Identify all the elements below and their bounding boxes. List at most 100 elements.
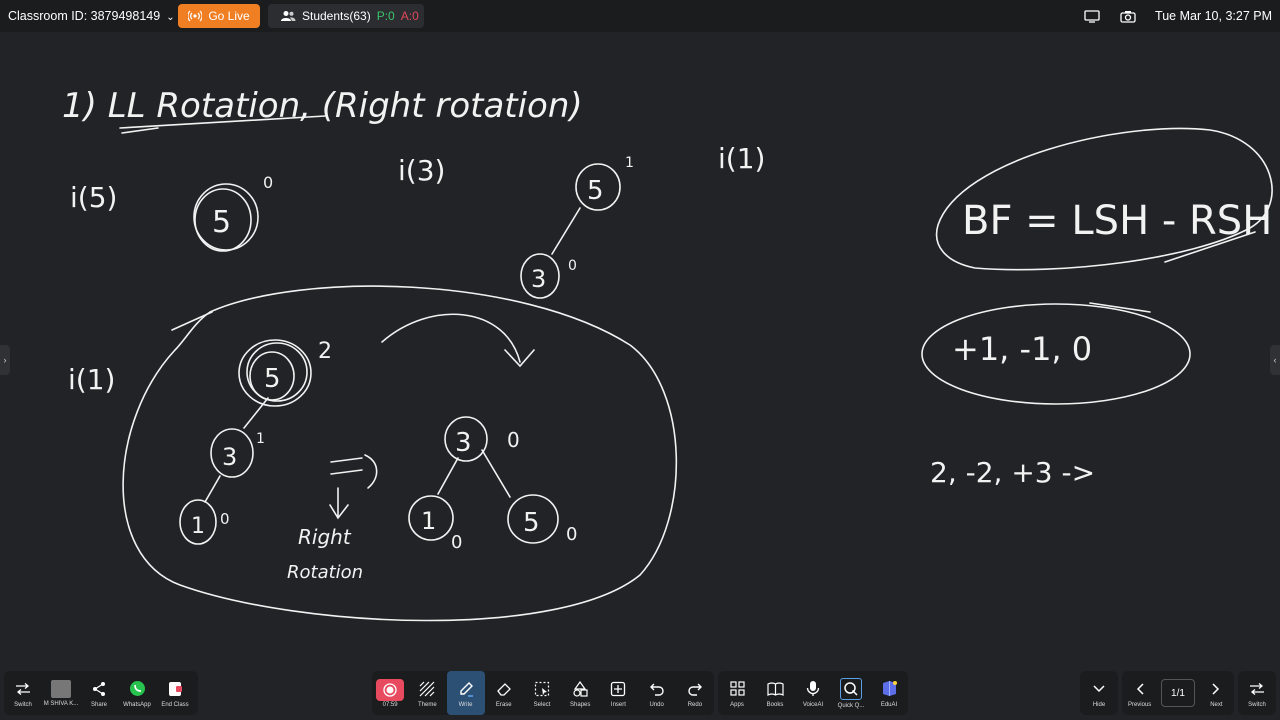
result-root-bf: 0 xyxy=(507,428,520,452)
teacher-avatar-button[interactable]: M SHIVA K... xyxy=(42,671,80,715)
insert-icon xyxy=(608,679,628,699)
left-panel-toggle[interactable]: › xyxy=(0,345,10,375)
previous-page-button[interactable]: Previous xyxy=(1122,671,1157,715)
chevron-down-icon xyxy=(1089,679,1109,699)
go-live-button[interactable]: Go Live xyxy=(178,4,260,28)
hide-button[interactable]: Hide xyxy=(1080,671,1118,715)
result-root: 3 xyxy=(455,428,472,458)
quick-quiz-label: Quick Q... xyxy=(837,702,865,709)
classroom-id-label: Classroom ID: 3879498149 xyxy=(8,9,161,23)
record-icon xyxy=(376,678,405,701)
next-page-button[interactable]: Next xyxy=(1199,671,1234,715)
classroom-id-dropdown[interactable]: Classroom ID: 3879498149 ⌄ xyxy=(8,9,175,23)
tree3-root-bf: 2 xyxy=(318,339,332,364)
tree3-root: 5 xyxy=(264,364,281,394)
eraser-icon xyxy=(494,679,514,699)
toolbar-switch-group: Switch xyxy=(1238,671,1276,715)
pen-icon xyxy=(456,679,476,699)
shapes-button[interactable]: Shapes xyxy=(561,671,599,715)
result-right: 5 xyxy=(523,508,540,538)
shapes-label: Shapes xyxy=(570,701,591,708)
erase-label: Erase xyxy=(495,701,512,708)
books-button[interactable]: Books xyxy=(756,671,794,715)
redo-button[interactable]: Redo xyxy=(676,671,714,715)
end-class-icon xyxy=(165,679,185,699)
shapes-icon xyxy=(570,679,590,699)
whatsapp-icon xyxy=(127,679,147,699)
tree3-leaf: 1 xyxy=(191,514,205,539)
redo-icon xyxy=(685,679,705,699)
chevron-right-icon xyxy=(1206,679,1226,699)
rotation-note-right: Right xyxy=(298,525,352,549)
write-button[interactable]: Write xyxy=(446,671,485,715)
tree3-mid: 3 xyxy=(222,443,237,471)
end-class-button[interactable]: End Class xyxy=(156,671,194,715)
eduai-icon xyxy=(879,679,899,699)
screen-icon[interactable] xyxy=(1083,7,1101,25)
switch-right-label: Switch xyxy=(1248,701,1266,708)
bf-formula: BF = LSH - RSH xyxy=(962,198,1272,244)
tree1-node: 5 xyxy=(212,205,231,240)
end-class-label: End Class xyxy=(161,701,189,708)
microphone-icon xyxy=(803,679,823,699)
teacher-name: M SHIVA K... xyxy=(43,700,79,707)
voiceai-button[interactable]: VoiceAI xyxy=(794,671,832,715)
go-live-label: Go Live xyxy=(208,9,250,23)
insert-label-1a: i(1) xyxy=(718,142,765,175)
camera-icon[interactable] xyxy=(1119,7,1137,25)
tree1-node-bf: 0 xyxy=(263,173,273,192)
quick-quiz-icon xyxy=(840,677,862,700)
share-icon xyxy=(89,679,109,699)
books-label: Books xyxy=(766,701,784,708)
hide-label: Hide xyxy=(1092,701,1106,708)
write-label: Write xyxy=(458,701,473,708)
toolbar-left-group: Switch M SHIVA K... Share WhatsApp End C… xyxy=(4,671,198,715)
theme-icon xyxy=(417,679,437,699)
datetime: Tue Mar 10, 3:27 PM xyxy=(1155,9,1272,23)
people-icon xyxy=(281,11,296,21)
share-button[interactable]: Share xyxy=(80,671,118,715)
avatar xyxy=(51,679,71,698)
insert-button[interactable]: Insert xyxy=(599,671,637,715)
live-icon xyxy=(188,10,203,22)
insert-label-5: i(5) xyxy=(70,181,117,214)
select-label: Select xyxy=(533,701,551,708)
toolbar-hide-group: Hide xyxy=(1080,671,1118,715)
tree2-child: 3 xyxy=(531,265,546,293)
previous-label: Previous xyxy=(1127,701,1152,708)
students-button[interactable]: Students(63) P:0 A:0 xyxy=(268,4,424,28)
next-label: Next xyxy=(1210,701,1223,708)
erase-button[interactable]: Erase xyxy=(485,671,523,715)
insert-label-1b: i(1) xyxy=(68,363,115,396)
eduai-label: EduAI xyxy=(880,701,898,708)
whiteboard-canvas[interactable]: 1) LL Rotation, (Right rotation) i(5) i(… xyxy=(0,32,1280,668)
voiceai-label: VoiceAI xyxy=(802,701,824,708)
redo-label: Redo xyxy=(687,701,703,708)
board-title: 1) LL Rotation, (Right rotation) xyxy=(62,86,583,126)
undo-button[interactable]: Undo xyxy=(638,671,676,715)
present-count: P:0 xyxy=(376,9,395,23)
eduai-button[interactable]: EduAI xyxy=(870,671,908,715)
switch-button[interactable]: Switch xyxy=(4,671,42,715)
undo-label: Undo xyxy=(649,701,664,708)
apps-grid-icon xyxy=(727,679,747,699)
undo-icon xyxy=(647,679,667,699)
theme-label: Theme xyxy=(417,701,437,708)
record-button[interactable]: 07:59 xyxy=(372,671,408,715)
apps-button[interactable]: Apps xyxy=(718,671,756,715)
select-button[interactable]: Select xyxy=(523,671,561,715)
whatsapp-button[interactable]: WhatsApp xyxy=(118,671,156,715)
tree3-mid-bf: 1 xyxy=(256,431,265,447)
switch-label: Switch xyxy=(14,701,32,708)
right-panel-toggle[interactable]: ‹ xyxy=(1270,345,1280,375)
quick-quiz-button[interactable]: Quick Q... xyxy=(832,671,870,715)
theme-button[interactable]: Theme xyxy=(408,671,446,715)
toolbar-tools-group: 07:59 Theme Write Erase Select Shapes In… xyxy=(372,671,714,715)
tree3-leaf-bf: 0 xyxy=(220,510,230,528)
top-bar: Classroom ID: 3879498149 ⌄ Go Live Studen… xyxy=(0,0,1280,32)
switch-right-button[interactable]: Switch xyxy=(1238,671,1276,715)
result-right-bf: 0 xyxy=(566,524,577,545)
toolbar-pager-group: Previous 1/1 Next xyxy=(1122,671,1234,715)
page-indicator[interactable]: 1/1 xyxy=(1161,679,1195,707)
toolbar-apps-group: Apps Books VoiceAI Quick Q... EduAI xyxy=(718,671,908,715)
